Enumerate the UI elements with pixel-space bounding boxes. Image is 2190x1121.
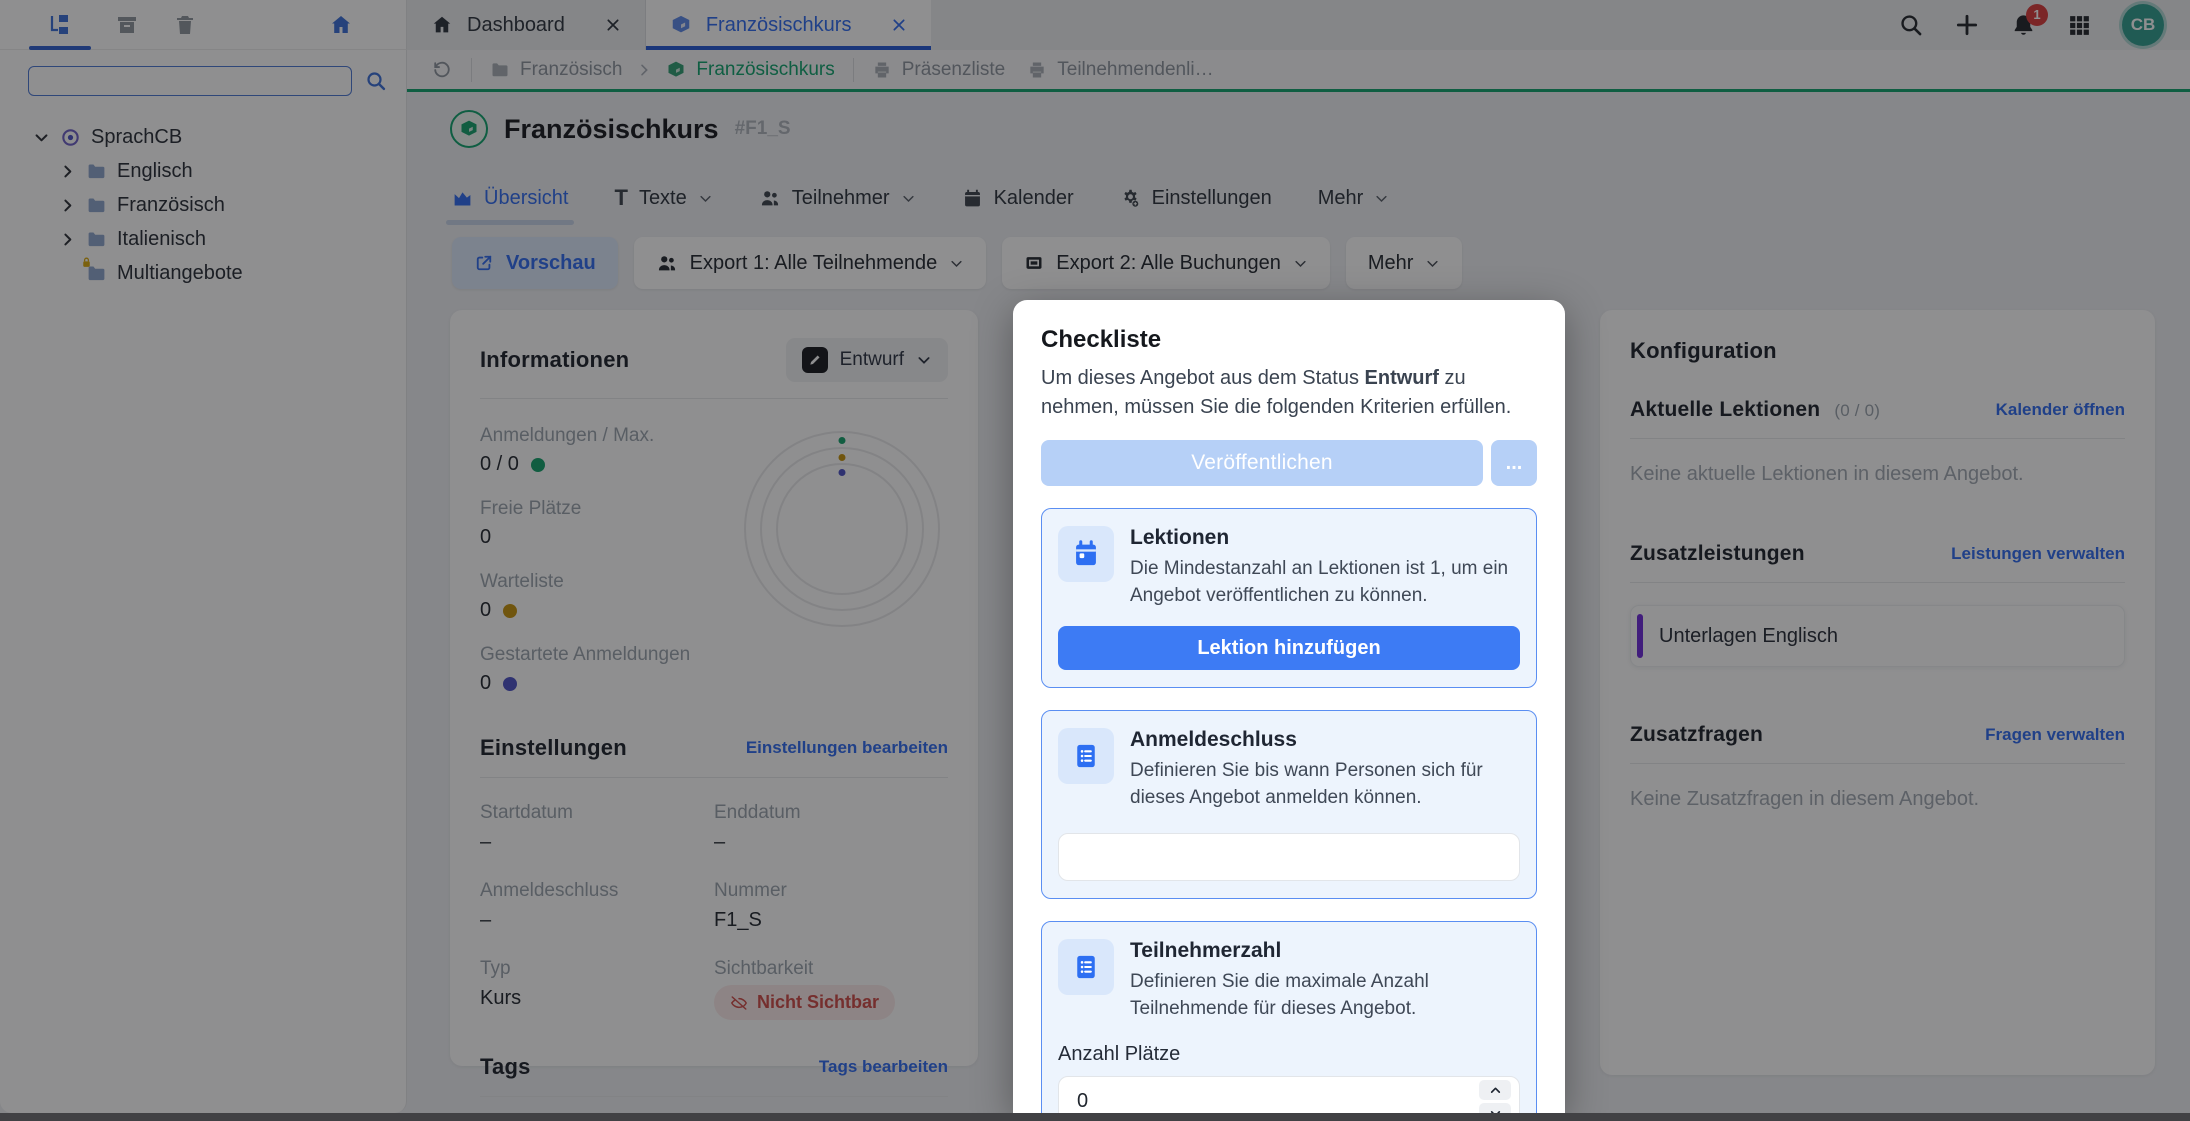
publish-row: Veröffentlichen ... [1041, 440, 1537, 486]
checklist-card-lektionen: Lektionen Die Mindestanzahl an Lektionen… [1041, 508, 1537, 688]
card-description: Definieren Sie bis wann Personen sich fü… [1130, 758, 1520, 811]
modal-title: Checkliste [1041, 326, 1537, 354]
card-title: Anmeldeschluss [1130, 728, 1520, 752]
modal-intro: Um dieses Angebot aus dem Status Entwurf… [1041, 364, 1537, 422]
bottom-edge-strip [0, 1113, 2190, 1121]
form-list-icon [1058, 728, 1114, 784]
card-description: Definieren Sie die maximale Anzahl Teiln… [1130, 969, 1520, 1022]
checklist-card-teilnehmerzahl: Teilnehmerzahl Definieren Sie die maxima… [1041, 921, 1537, 1113]
seats-label: Anzahl Plätze [1058, 1043, 1520, 1066]
add-lesson-button[interactable]: Lektion hinzufügen [1058, 626, 1520, 670]
publish-options-button[interactable]: ... [1491, 440, 1537, 486]
app-window: Dashboard Französischkurs [0, 0, 2190, 1121]
seats-input[interactable] [1063, 1090, 1479, 1113]
number-stepper [1479, 1080, 1511, 1113]
calendar-icon [1058, 526, 1114, 582]
card-title: Lektionen [1130, 526, 1520, 550]
checklist-modal: Checkliste Um dieses Angebot aus dem Sta… [1013, 300, 1565, 1113]
card-title: Teilnehmerzahl [1130, 939, 1520, 963]
card-description: Die Mindestanzahl an Lektionen ist 1, um… [1130, 556, 1520, 609]
stepper-up-button[interactable] [1479, 1080, 1511, 1100]
form-list-icon [1058, 939, 1114, 995]
seats-number-field [1058, 1076, 1520, 1113]
deadline-input[interactable] [1058, 833, 1520, 881]
publish-button[interactable]: Veröffentlichen [1041, 440, 1483, 486]
stepper-down-button[interactable] [1479, 1103, 1511, 1113]
checklist-card-anmeldeschluss: Anmeldeschluss Definieren Sie bis wann P… [1041, 710, 1537, 899]
